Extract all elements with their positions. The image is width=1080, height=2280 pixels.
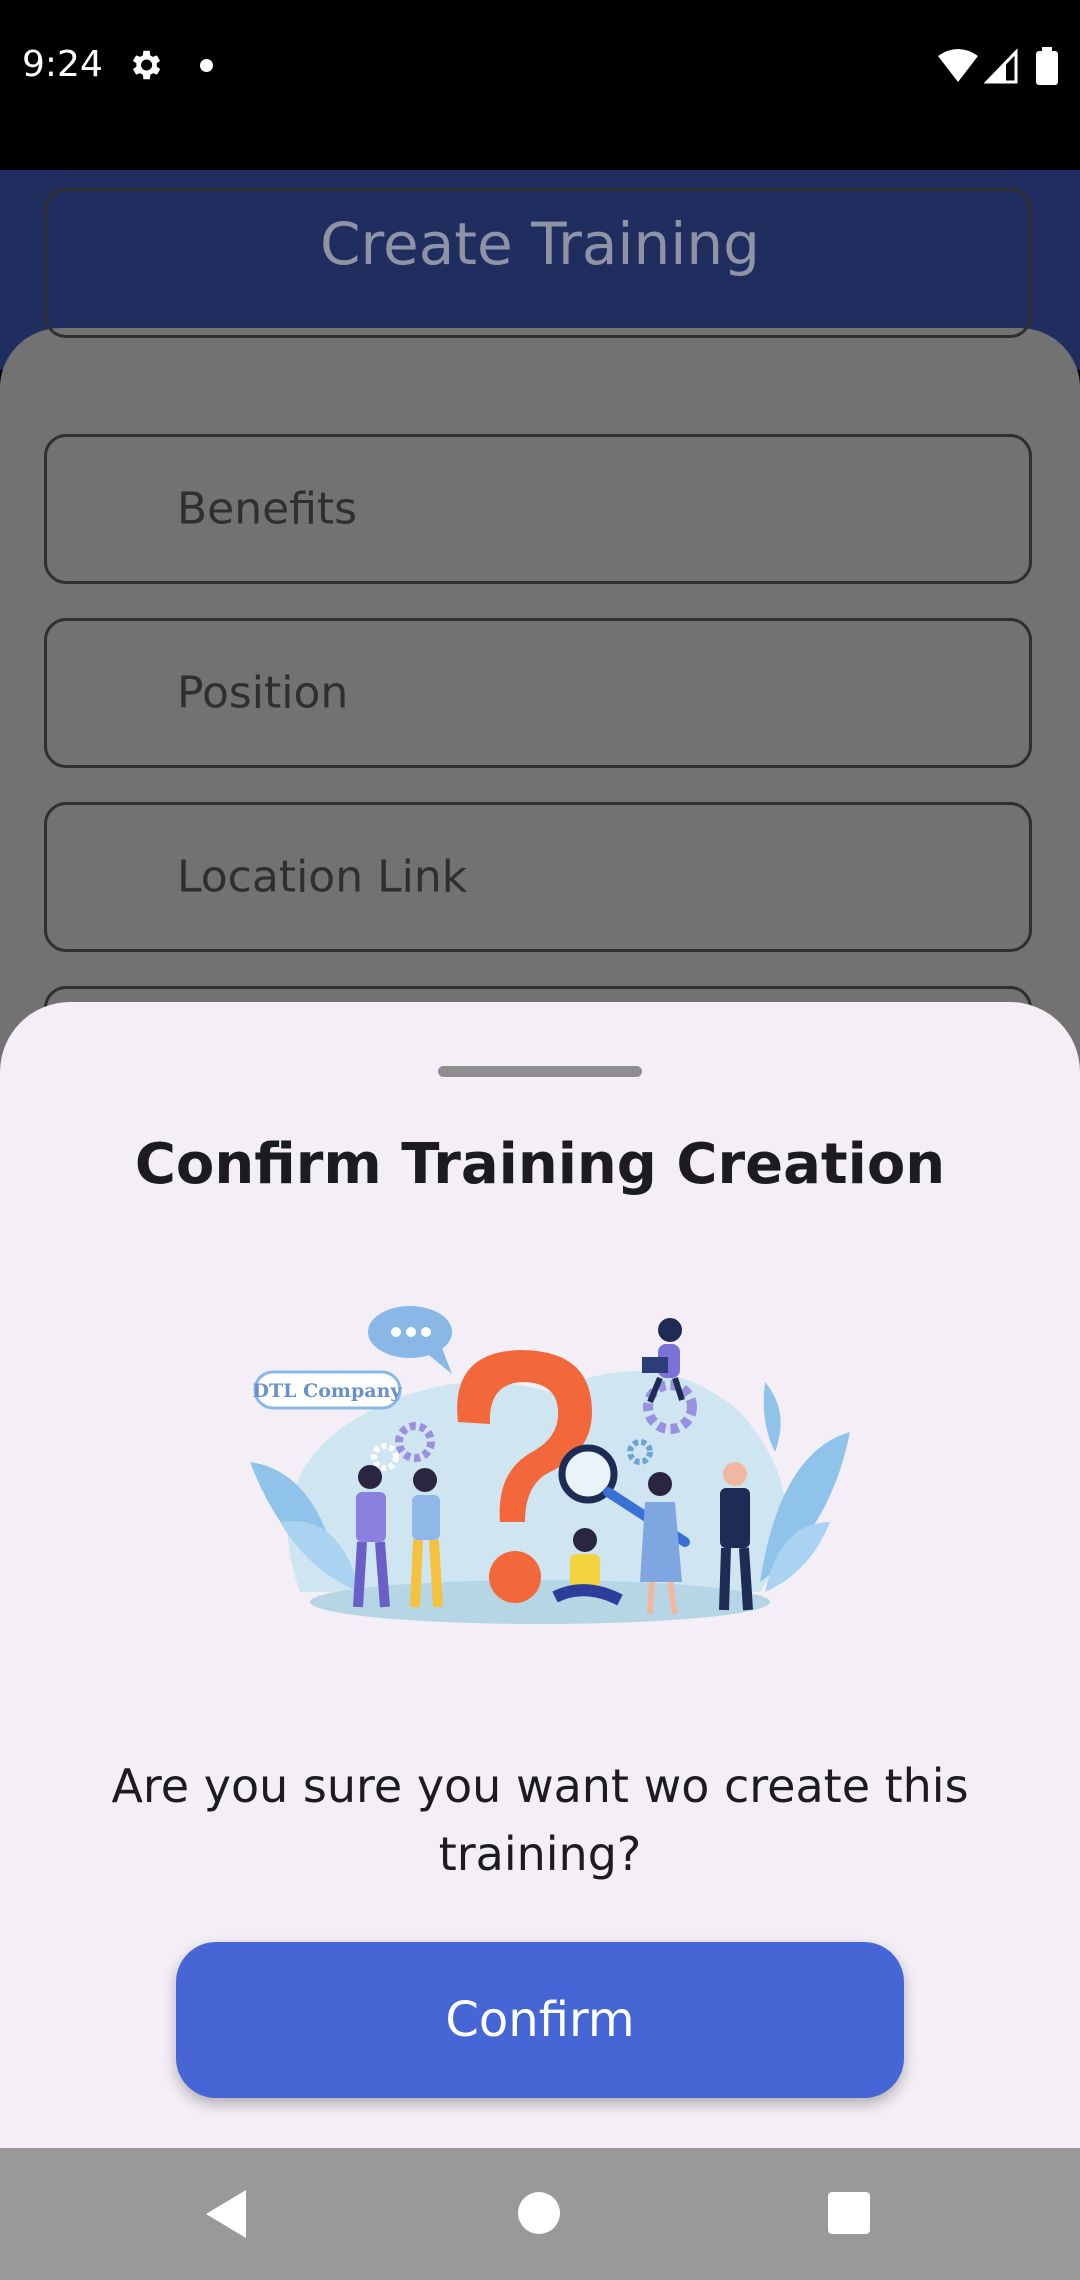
sheet-title: Confirm Training Creation <box>134 1132 946 1197</box>
status-bar: 9:24 <box>0 0 1080 170</box>
confirm-message: Are you sure you want wo create this tra… <box>111 1759 969 1881</box>
notification-dot-icon <box>200 59 213 72</box>
navigation-bar <box>0 2148 1080 2280</box>
gear-icon <box>132 50 161 80</box>
status-time: 9:24 <box>22 44 103 85</box>
position-field[interactable]: Position <box>44 618 1032 768</box>
question-illustration: DTL Company <box>250 1306 850 1624</box>
wifi-icon <box>938 49 978 82</box>
battery-icon <box>1036 47 1058 85</box>
drag-handle[interactable] <box>438 1066 642 1077</box>
benefits-field[interactable]: Benefits <box>44 434 1032 584</box>
home-icon[interactable] <box>518 2192 560 2234</box>
back-icon[interactable] <box>204 2188 248 2240</box>
confirm-bottom-sheet: Confirm Training Creation DTL Company Ar… <box>0 1002 1080 2148</box>
location-link-field-label: Location Link <box>177 851 468 903</box>
location-link-field[interactable]: Location Link <box>44 802 1032 952</box>
form-field-hidden-top[interactable] <box>44 188 1032 338</box>
recents-icon[interactable] <box>828 2192 870 2234</box>
confirm-button[interactable]: Confirm <box>176 1942 904 2098</box>
cell-signal-icon <box>984 48 1018 84</box>
position-field-label: Position <box>177 667 349 719</box>
company-badge: DTL Company <box>253 1380 403 1402</box>
benefits-field-label: Benefits <box>177 483 358 535</box>
